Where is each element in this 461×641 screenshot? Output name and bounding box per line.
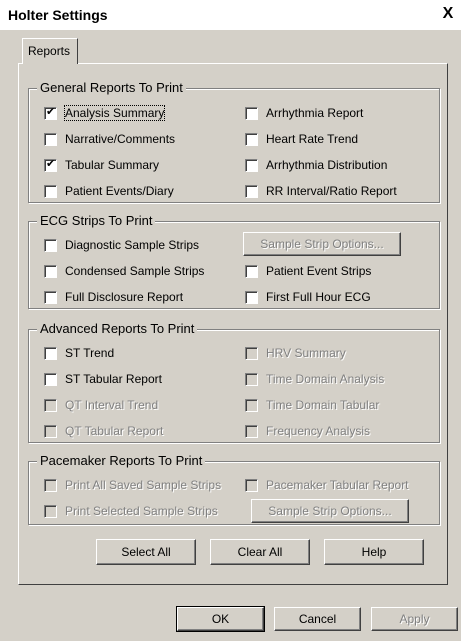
- tab-reports[interactable]: Reports: [22, 38, 78, 64]
- narrative-comments-checkbox[interactable]: Narrative/Comments: [44, 131, 175, 147]
- pacemaker-tabular-report-checkbox: Pacemaker Tabular Report: [245, 477, 409, 493]
- checkbox-label: Arrhythmia Report: [266, 106, 364, 120]
- checkbox-label: Time Domain Analysis: [266, 372, 385, 386]
- checkbox-label: QT Interval Trend: [65, 398, 159, 412]
- ecg-sample-strip-options-button[interactable]: Sample Strip Options...: [243, 232, 401, 256]
- checkbox-box: [245, 372, 258, 386]
- checkbox-label: Diagnostic Sample Strips: [65, 238, 200, 252]
- checkbox-label: Patient Event Strips: [266, 264, 372, 278]
- pacemaker-reports-group: Pacemaker Reports To Print Print All Sav…: [28, 453, 440, 525]
- checkbox-box: [245, 398, 258, 412]
- window-title: Holter Settings: [8, 7, 108, 23]
- reports-panel: General Reports To Print Analysis Summar…: [18, 63, 448, 585]
- hrv-summary-checkbox: HRV Summary: [245, 345, 346, 361]
- cancel-button[interactable]: Cancel: [274, 607, 361, 631]
- ok-button[interactable]: OK: [176, 606, 265, 632]
- checkbox-label: Analysis Summary: [63, 105, 166, 121]
- checkbox-box[interactable]: [44, 290, 57, 304]
- time-domain-analysis-checkbox: Time Domain Analysis: [245, 371, 384, 387]
- heart-rate-trend-checkbox[interactable]: Heart Rate Trend: [245, 131, 358, 147]
- checkbox-box: [44, 504, 57, 518]
- print-all-saved-sample-strips-checkbox: Print All Saved Sample Strips: [44, 477, 221, 493]
- checkbox-box[interactable]: [44, 264, 57, 278]
- checkbox-label: Narrative/Comments: [65, 132, 176, 146]
- patient-event-strips-checkbox[interactable]: Patient Event Strips: [245, 263, 371, 279]
- checkbox-box[interactable]: [44, 238, 57, 252]
- pacemaker-reports-legend: Pacemaker Reports To Print: [37, 453, 206, 468]
- checkbox-label: Heart Rate Trend: [266, 132, 359, 146]
- checkbox-label: QT Tabular Report: [65, 424, 164, 438]
- print-selected-sample-strips-checkbox: Print Selected Sample Strips: [44, 503, 218, 519]
- checkbox-box[interactable]: [245, 158, 258, 172]
- checkbox-box[interactable]: [44, 372, 57, 386]
- diagnostic-sample-strips-checkbox[interactable]: Diagnostic Sample Strips: [44, 237, 199, 253]
- checkbox-box[interactable]: [44, 105, 57, 120]
- apply-button[interactable]: Apply: [371, 607, 458, 631]
- general-reports-legend: General Reports To Print: [37, 80, 186, 95]
- patient-events-diary-checkbox[interactable]: Patient Events/Diary: [44, 183, 174, 199]
- checkbox-box[interactable]: [245, 184, 258, 198]
- clear-all-button[interactable]: Clear All: [210, 539, 310, 565]
- checkbox-box[interactable]: [245, 132, 258, 146]
- checkbox-box: [245, 478, 258, 492]
- checkbox-box[interactable]: [245, 264, 258, 278]
- checkbox-box[interactable]: [44, 157, 57, 172]
- checkbox-label: Arrhythmia Distribution: [266, 158, 388, 172]
- checkbox-box[interactable]: [44, 132, 57, 146]
- arrhythmia-distribution-checkbox[interactable]: Arrhythmia Distribution: [245, 157, 387, 173]
- rr-interval-ratio-checkbox[interactable]: RR Interval/Ratio Report: [245, 183, 397, 199]
- checkbox-label: Frequency Analysis: [266, 424, 371, 438]
- checkbox-box: [44, 398, 57, 412]
- checkbox-label: ST Trend: [65, 346, 115, 360]
- ecg-strips-legend: ECG Strips To Print: [37, 213, 156, 228]
- checkbox-label: Condensed Sample Strips: [65, 264, 205, 278]
- checkbox-box: [245, 424, 258, 438]
- condensed-sample-strips-checkbox[interactable]: Condensed Sample Strips: [44, 263, 204, 279]
- checkbox-box[interactable]: [245, 106, 258, 120]
- checkbox-label: RR Interval/Ratio Report: [266, 184, 397, 198]
- checkbox-label: Print All Saved Sample Strips: [65, 478, 222, 492]
- advanced-reports-group: Advanced Reports To Print ST Trend ST Ta…: [28, 321, 440, 443]
- checkbox-label: First Full Hour ECG: [266, 290, 371, 304]
- frequency-analysis-checkbox: Frequency Analysis: [245, 423, 370, 439]
- close-icon[interactable]: X: [439, 5, 457, 23]
- time-domain-tabular-checkbox: Time Domain Tabular: [245, 397, 379, 413]
- tabular-summary-checkbox[interactable]: Tabular Summary: [44, 157, 159, 173]
- full-disclosure-report-checkbox[interactable]: Full Disclosure Report: [44, 289, 183, 305]
- pacemaker-sample-strip-options-button[interactable]: Sample Strip Options...: [251, 499, 409, 523]
- checkbox-label: HRV Summary: [266, 346, 346, 360]
- first-full-hour-ecg-checkbox[interactable]: First Full Hour ECG: [245, 289, 371, 305]
- arrhythmia-report-checkbox[interactable]: Arrhythmia Report: [245, 105, 363, 121]
- general-reports-group: General Reports To Print Analysis Summar…: [28, 80, 440, 203]
- title-bar: Holter Settings X: [0, 0, 461, 30]
- st-tabular-report-checkbox[interactable]: ST Tabular Report: [44, 371, 162, 387]
- checkbox-label: ST Tabular Report: [65, 372, 162, 386]
- checkbox-label: Pacemaker Tabular Report: [266, 478, 409, 492]
- qt-interval-trend-checkbox: QT Interval Trend: [44, 397, 158, 413]
- advanced-reports-legend: Advanced Reports To Print: [37, 321, 198, 336]
- st-trend-checkbox[interactable]: ST Trend: [44, 345, 114, 361]
- checkbox-box[interactable]: [245, 290, 258, 304]
- select-all-button[interactable]: Select All: [96, 539, 196, 565]
- qt-tabular-report-checkbox: QT Tabular Report: [44, 423, 163, 439]
- ecg-strips-group: ECG Strips To Print Diagnostic Sample St…: [28, 213, 440, 309]
- checkbox-label: Print Selected Sample Strips: [65, 504, 218, 518]
- checkbox-label: Patient Events/Diary: [65, 184, 174, 198]
- checkbox-box: [44, 478, 57, 492]
- checkbox-label: Tabular Summary: [65, 158, 160, 172]
- tab-reports-label: Reports: [28, 44, 71, 58]
- checkbox-label: Time Domain Tabular: [266, 398, 380, 412]
- checkbox-box: [44, 424, 57, 438]
- checkbox-box[interactable]: [44, 346, 57, 360]
- help-button[interactable]: Help: [324, 539, 424, 565]
- checkbox-box[interactable]: [44, 184, 57, 198]
- analysis-summary-checkbox[interactable]: Analysis Summary: [44, 105, 166, 121]
- checkbox-box: [245, 346, 258, 360]
- checkbox-label: Full Disclosure Report: [65, 290, 184, 304]
